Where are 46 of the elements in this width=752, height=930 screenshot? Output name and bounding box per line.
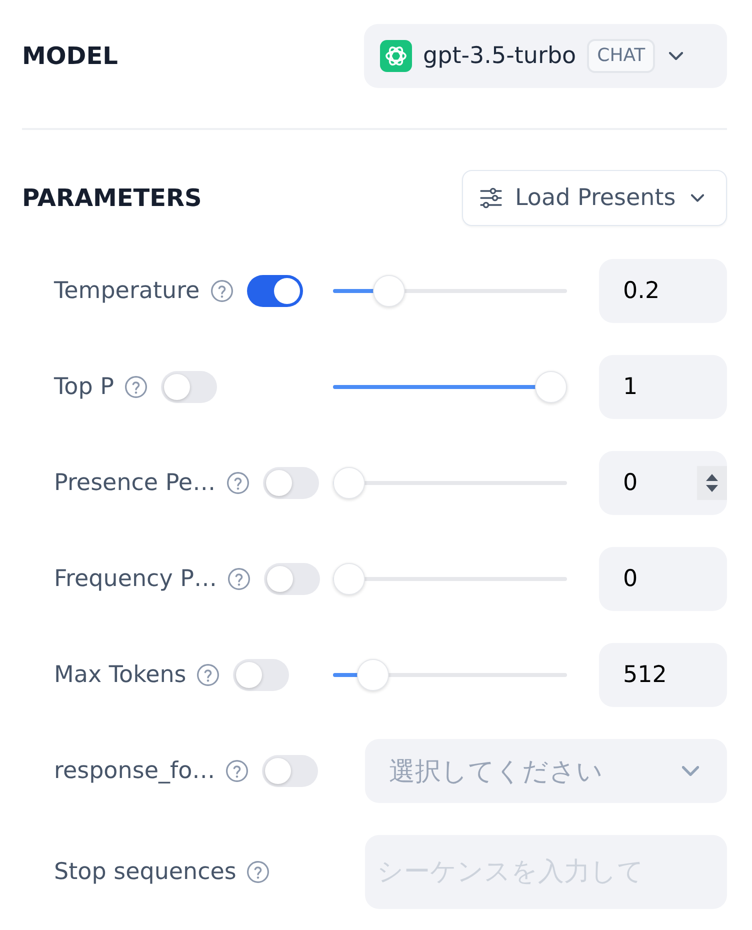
slider-track[interactable] bbox=[333, 275, 567, 307]
help-icon[interactable] bbox=[246, 860, 270, 884]
slider-thumb[interactable] bbox=[535, 371, 567, 403]
help-icon[interactable] bbox=[196, 663, 220, 687]
help-icon[interactable] bbox=[210, 279, 234, 303]
parameter-label: Stop sequences bbox=[54, 859, 236, 885]
chevron-down-icon bbox=[669, 52, 684, 60]
number-field[interactable]: 0 bbox=[599, 547, 727, 611]
toggle-switch[interactable] bbox=[264, 563, 320, 595]
chevron-down-icon bbox=[690, 194, 704, 202]
help-icon[interactable] bbox=[226, 471, 250, 495]
toggle-switch[interactable] bbox=[262, 467, 319, 499]
slider-thumb[interactable] bbox=[333, 467, 365, 499]
chevron-down-icon bbox=[682, 766, 699, 776]
slider-track[interactable] bbox=[333, 467, 567, 499]
toggle-switch[interactable] bbox=[262, 755, 318, 787]
slider-thumb[interactable] bbox=[333, 563, 365, 595]
parameter-label: Presence Pe… bbox=[54, 470, 216, 496]
model-logo-icon bbox=[380, 40, 412, 72]
slider-track[interactable] bbox=[333, 659, 567, 691]
toggle-switch[interactable] bbox=[246, 275, 303, 307]
spinner-arrows-icon[interactable] bbox=[697, 466, 727, 500]
model-type-badge: CHAT bbox=[587, 39, 656, 73]
toggle-switch[interactable] bbox=[233, 659, 290, 691]
model-select[interactable]: gpt-3.5-turbo CHAT bbox=[364, 24, 727, 88]
help-icon[interactable] bbox=[227, 567, 251, 591]
toggle-switch[interactable] bbox=[161, 371, 217, 403]
number-field[interactable]: 512 bbox=[599, 643, 727, 707]
slider-thumb[interactable] bbox=[357, 659, 390, 691]
number-field[interactable]: 0.2 bbox=[599, 259, 727, 323]
slider-track[interactable] bbox=[333, 371, 567, 403]
parameter-label: Top P bbox=[54, 374, 114, 400]
parameter-label: Frequency P… bbox=[54, 566, 217, 592]
sliders-icon bbox=[479, 186, 503, 210]
number-field[interactable]: 0 bbox=[599, 451, 727, 515]
section-title: MODEL bbox=[22, 42, 118, 70]
parameter-label: Temperature bbox=[54, 278, 200, 304]
parameter-label: Max Tokens bbox=[54, 662, 186, 688]
help-icon[interactable] bbox=[124, 375, 148, 399]
number-field[interactable]: 1 bbox=[599, 355, 727, 419]
slider-track[interactable] bbox=[333, 563, 567, 595]
section-title: PARAMETERS bbox=[22, 184, 202, 212]
slider-thumb[interactable] bbox=[373, 275, 406, 307]
presets-button[interactable]: Load Presents bbox=[462, 170, 727, 226]
help-icon[interactable] bbox=[225, 759, 250, 783]
parameter-label: response_fo… bbox=[54, 758, 216, 784]
